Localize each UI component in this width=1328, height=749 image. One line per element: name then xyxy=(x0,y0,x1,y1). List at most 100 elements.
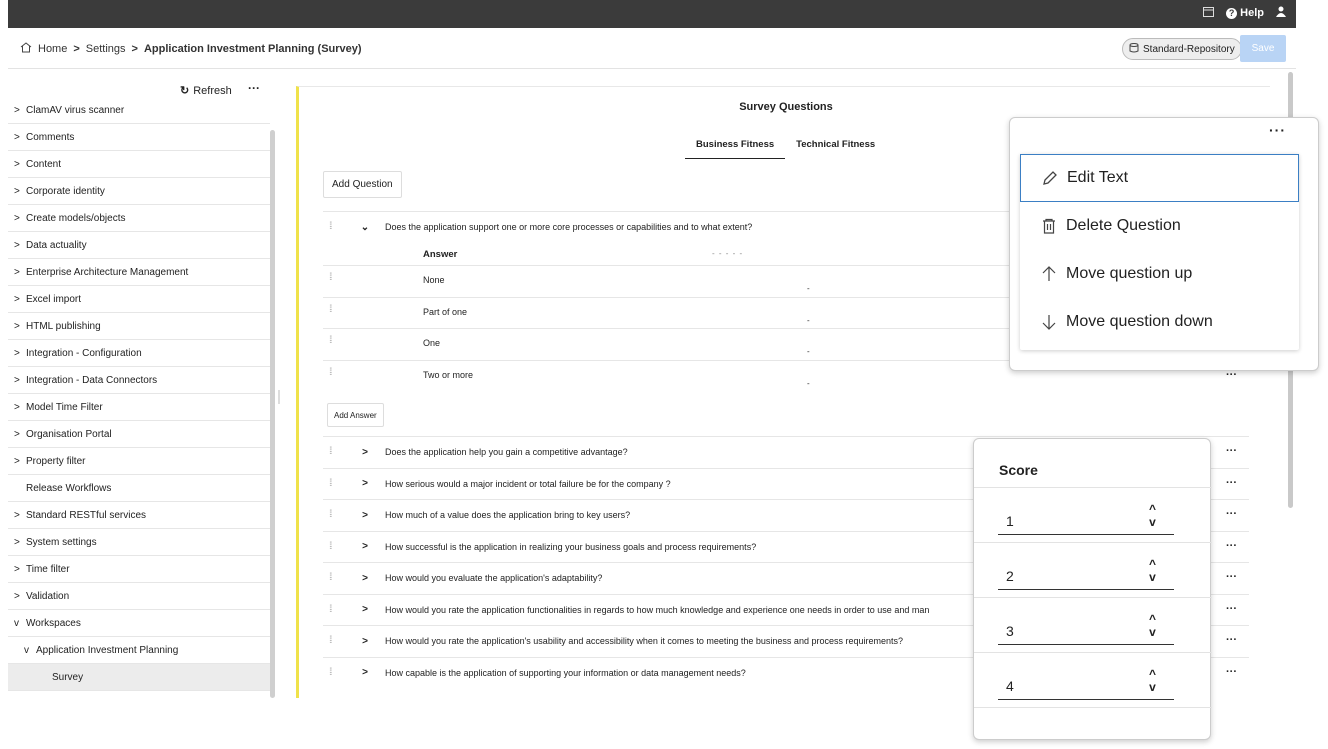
score-input[interactable]: 4 ^ v xyxy=(998,660,1174,700)
more-button[interactable]: ··· xyxy=(1226,540,1237,552)
score-input[interactable]: 2 ^ v xyxy=(998,550,1174,590)
sidebar-item[interactable]: > Comments xyxy=(8,124,270,151)
drag-handle-icon[interactable]: ⁞⁞ xyxy=(323,222,345,232)
chevron-right-icon[interactable]: > xyxy=(345,667,385,678)
add-answer-button[interactable]: Add Answer xyxy=(327,403,384,427)
drag-handle-icon[interactable]: ⁞⁞ xyxy=(323,667,345,677)
chevron-right-icon[interactable]: > xyxy=(14,267,26,278)
chevron-right-icon[interactable]: > xyxy=(14,402,26,413)
chevron-right-icon[interactable]: > xyxy=(345,478,385,489)
sidebar-item[interactable]: > Enterprise Architecture Management xyxy=(8,259,270,286)
more-button[interactable]: ··· xyxy=(1226,477,1237,489)
drag-handle-icon[interactable]: ⁞⁞ xyxy=(323,604,345,614)
sidebar-item[interactable]: > Organisation Portal xyxy=(8,421,270,448)
stepper-icon[interactable]: ^ v xyxy=(1149,668,1156,694)
more-button[interactable]: ··· xyxy=(1226,666,1237,678)
drag-handle-icon[interactable]: ⁞⁞ xyxy=(323,636,345,646)
chevron-right-icon[interactable]: > xyxy=(14,213,26,224)
chevron-down-icon[interactable]: v xyxy=(14,618,26,629)
sidebar-item[interactable]: > Integration - Data Connectors xyxy=(8,367,270,394)
chevron-right-icon[interactable]: > xyxy=(14,159,26,170)
menu-item-edit-text[interactable]: Edit Text xyxy=(1020,154,1299,202)
breadcrumb-home[interactable]: Home xyxy=(38,43,67,55)
chevron-down-icon[interactable]: v xyxy=(24,645,36,656)
breadcrumb-settings[interactable]: Settings xyxy=(86,43,126,55)
stepper-icon[interactable]: ^ v xyxy=(1149,558,1156,584)
help-button[interactable]: ? Help xyxy=(1226,7,1264,19)
chevron-right-icon[interactable]: > xyxy=(14,537,26,548)
chevron-right-icon[interactable]: > xyxy=(345,541,385,552)
home-icon[interactable] xyxy=(20,42,32,56)
sidebar-scrollbar[interactable] xyxy=(270,130,275,698)
drag-handle-icon[interactable]: ⁞⁞ xyxy=(323,573,345,583)
chevron-right-icon[interactable]: > xyxy=(14,375,26,386)
sidebar-item[interactable]: > Validation xyxy=(8,583,270,610)
sidebar-item[interactable]: Survey xyxy=(8,664,270,691)
tab-technical-fitness[interactable]: Technical Fitness xyxy=(785,139,886,159)
drag-handle-icon[interactable]: ⁞⁞ xyxy=(323,304,345,314)
chevron-right-icon[interactable]: > xyxy=(14,321,26,332)
chevron-right-icon[interactable]: > xyxy=(14,132,26,143)
sidebar-item[interactable]: > System settings xyxy=(8,529,270,556)
drag-handle-icon[interactable]: ⁞⁞ xyxy=(323,273,345,283)
chevron-right-icon[interactable]: > xyxy=(14,564,26,575)
add-question-button[interactable]: Add Question xyxy=(323,171,402,198)
chevron-right-icon[interactable]: > xyxy=(14,510,26,521)
sidebar-item[interactable]: > Excel import xyxy=(8,286,270,313)
drag-handle-icon[interactable]: ⁞⁞ xyxy=(323,447,345,457)
menu-item-move-down[interactable]: Move question down xyxy=(1020,298,1299,346)
stepper-icon[interactable]: ^ v xyxy=(1149,503,1156,529)
more-button[interactable]: ··· xyxy=(1226,634,1237,646)
chevron-right-icon[interactable]: > xyxy=(14,105,26,116)
chevron-right-icon[interactable]: > xyxy=(14,294,26,305)
resize-handle[interactable] xyxy=(278,390,280,404)
drag-handle-icon[interactable]: ⁞⁞ xyxy=(323,336,345,346)
chevron-right-icon[interactable]: > xyxy=(14,186,26,197)
chevron-right-icon[interactable]: > xyxy=(14,240,26,251)
sidebar-item[interactable]: > HTML publishing xyxy=(8,313,270,340)
refresh-button[interactable]: ↻ Refresh xyxy=(180,84,232,98)
sidebar-item[interactable]: > Create models/objects xyxy=(8,205,270,232)
sidebar-item[interactable]: > Property filter xyxy=(8,448,270,475)
chevron-right-icon[interactable]: > xyxy=(14,429,26,440)
sidebar-more-button[interactable]: ··· xyxy=(248,81,260,95)
drag-handle-icon[interactable]: ⁞⁞ xyxy=(323,478,345,488)
sidebar-item[interactable]: v Workspaces xyxy=(8,610,270,637)
chevron-right-icon[interactable]: > xyxy=(345,510,385,521)
sidebar-item[interactable]: v Application Investment Planning xyxy=(8,637,270,664)
chevron-right-icon[interactable]: > xyxy=(345,636,385,647)
sidebar-item[interactable]: > Standard RESTful services xyxy=(8,502,270,529)
chevron-right-icon[interactable]: > xyxy=(14,348,26,359)
sidebar-item[interactable]: > Time filter xyxy=(8,556,270,583)
chevron-right-icon[interactable]: > xyxy=(14,456,26,467)
score-input[interactable]: 3 ^ v xyxy=(998,605,1174,645)
tab-business-fitness[interactable]: Business Fitness xyxy=(685,139,786,159)
chevron-right-icon[interactable]: > xyxy=(345,604,385,615)
sidebar-item[interactable]: > Data actuality xyxy=(8,232,270,259)
repository-badge[interactable]: Standard-Repository xyxy=(1122,38,1242,60)
user-icon[interactable] xyxy=(1276,6,1286,20)
drag-handle-icon[interactable]: ⁞⁞ xyxy=(323,510,345,520)
save-button[interactable]: Save xyxy=(1240,35,1286,62)
stepper-icon[interactable]: ^ v xyxy=(1149,613,1156,639)
sidebar-item[interactable]: Release Workflows xyxy=(8,475,270,502)
context-menu-more-icon[interactable]: ··· xyxy=(1269,122,1286,138)
more-button[interactable]: ··· xyxy=(1226,508,1237,520)
more-button[interactable]: ··· xyxy=(1226,603,1237,615)
sidebar-item[interactable]: > Integration - Configuration xyxy=(8,340,270,367)
sidebar-item[interactable]: > Corporate identity xyxy=(8,178,270,205)
more-button[interactable]: ··· xyxy=(1226,571,1237,583)
chevron-down-icon[interactable]: ⌄ xyxy=(345,222,385,233)
score-input[interactable]: 1 ^ v xyxy=(998,495,1174,535)
menu-item-delete-question[interactable]: Delete Question xyxy=(1020,202,1299,250)
window-icon[interactable] xyxy=(1203,6,1215,20)
chevron-right-icon[interactable]: > xyxy=(345,573,385,584)
sidebar-item[interactable]: > Model Time Filter xyxy=(8,394,270,421)
sidebar-item[interactable]: > Content xyxy=(8,151,270,178)
drag-handle-icon[interactable]: ⁞⁞ xyxy=(323,367,345,377)
chevron-right-icon[interactable]: > xyxy=(14,591,26,602)
more-button[interactable]: ··· xyxy=(1226,445,1237,457)
chevron-right-icon[interactable]: > xyxy=(345,447,385,458)
drag-handle-icon[interactable]: ⁞⁞ xyxy=(323,541,345,551)
menu-item-move-up[interactable]: Move question up xyxy=(1020,250,1299,298)
